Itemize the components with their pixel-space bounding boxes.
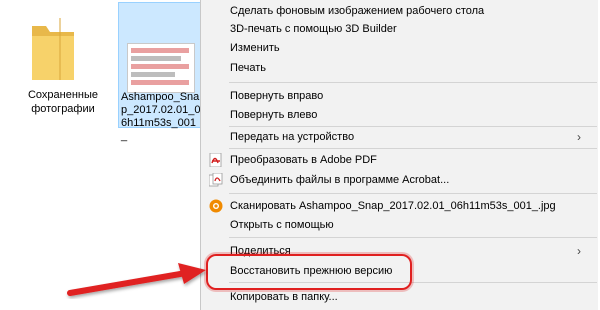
arrow-annotation-icon	[67, 263, 206, 296]
